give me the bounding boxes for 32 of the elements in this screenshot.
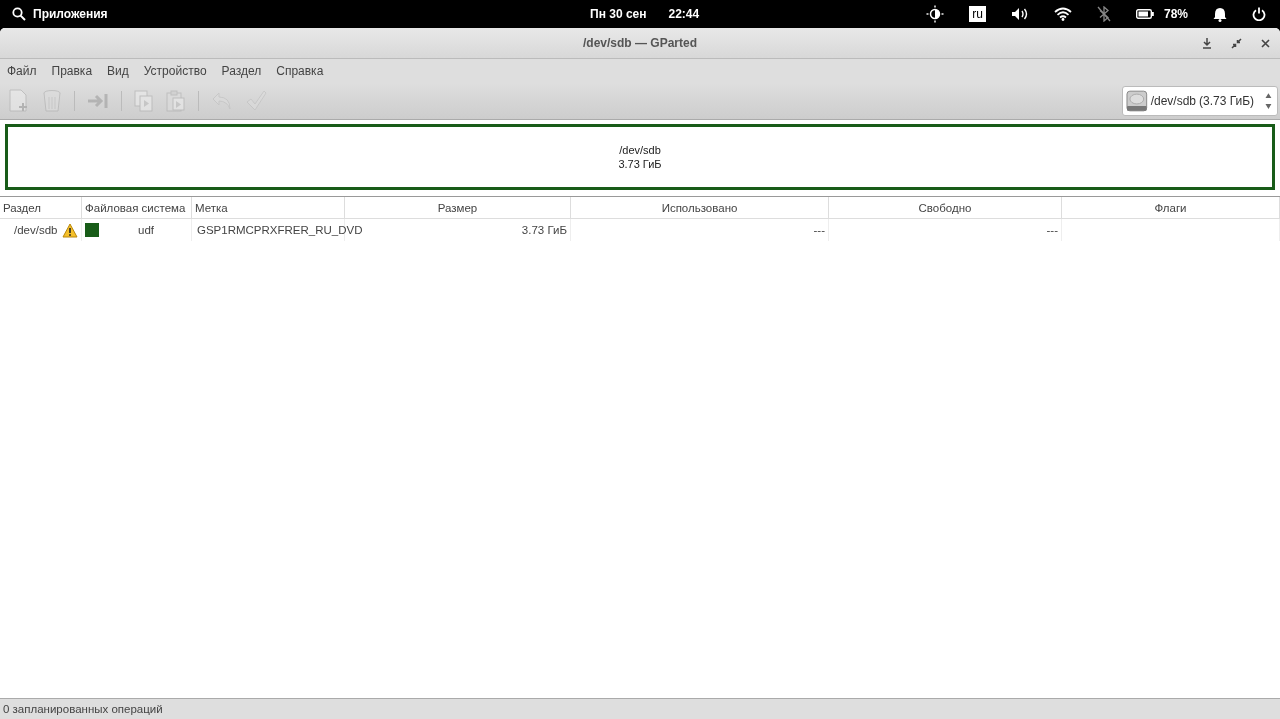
column-header[interactable]: Раздел	[0, 197, 82, 218]
column-header[interactable]: Размер	[345, 197, 571, 218]
column-header[interactable]: Файловая система	[82, 197, 192, 218]
column-header[interactable]: Свободно	[829, 197, 1062, 218]
disk-map-size: 3.73 ГиБ	[618, 158, 662, 170]
applications-menu[interactable]: Приложения	[33, 7, 108, 21]
table-cell: 3.73 ГиБ	[521, 224, 567, 236]
menu-item[interactable]: Файл	[7, 64, 37, 78]
disk-map-device: /dev/sdb	[619, 144, 661, 156]
table-cell: ---	[1046, 224, 1058, 236]
table-cell: GSP1RMCPRXFRER_RU_DVD	[197, 224, 363, 236]
menu-item[interactable]: Вид	[107, 64, 129, 78]
menu-item[interactable]: Справка	[276, 64, 324, 78]
device-selector[interactable]: /dev/sdb (3.73 ГиБ)	[1122, 86, 1278, 116]
device-size: (3.73 ГиБ)	[1199, 94, 1255, 108]
battery-percentage[interactable]: 78%	[1163, 7, 1188, 21]
column-header[interactable]: Флаги	[1062, 197, 1280, 218]
column-header[interactable]: Использовано	[571, 197, 829, 218]
menu-item[interactable]: Правка	[51, 64, 93, 78]
device-name: /dev/sdb	[1150, 94, 1196, 108]
column-header[interactable]: Метка	[192, 197, 345, 218]
menu-item[interactable]: Устройство	[143, 64, 207, 78]
keyboard-layout-indicator[interactable]: ru	[969, 6, 986, 22]
table-cell: udf	[138, 224, 154, 236]
date-text[interactable]: Пн 30 сен	[590, 7, 647, 21]
table-cell: ---	[813, 224, 825, 236]
clock-text[interactable]: 22:44	[668, 7, 700, 21]
menu-item[interactable]: Раздел	[221, 64, 262, 78]
status-text: 0 запланированных операций	[3, 703, 163, 715]
disk-map-partition[interactable]: /dev/sdb 3.73 ГиБ	[5, 124, 1275, 190]
window-title: /dev/sdb — GParted	[583, 36, 697, 50]
table-cell: /dev/sdb	[14, 224, 58, 236]
